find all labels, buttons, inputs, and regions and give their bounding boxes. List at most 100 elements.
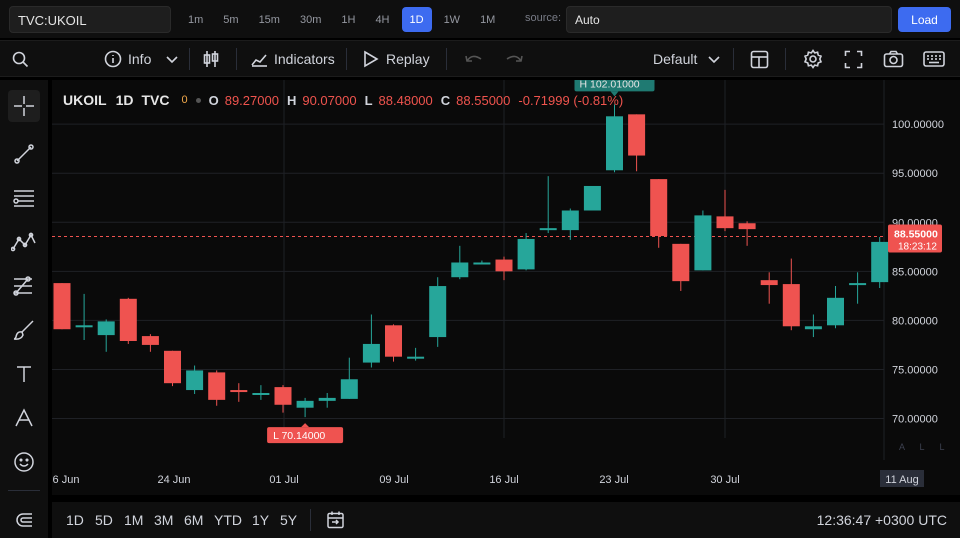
candle-body[interactable]: [628, 114, 646, 156]
magnet-tool[interactable]: [8, 504, 40, 536]
screenshot-button[interactable]: [883, 41, 904, 77]
interval-button[interactable]: 30m: [292, 7, 329, 32]
symbol-input[interactable]: TVC:UKOIL: [9, 6, 171, 33]
interval-button[interactable]: 1m: [180, 7, 211, 32]
price-scale-mode-button[interactable]: L: [919, 442, 924, 452]
candle-body[interactable]: [141, 336, 159, 345]
load-button[interactable]: Load: [898, 7, 951, 32]
candle-body[interactable]: [274, 387, 292, 405]
goto-date-button[interactable]: [326, 510, 346, 535]
layout-dropdown[interactable]: Default: [653, 41, 721, 77]
candle-body[interactable]: [849, 283, 867, 286]
legend-high-label: H: [286, 92, 297, 108]
candle-body[interactable]: [296, 400, 314, 408]
candle-body[interactable]: [429, 286, 447, 338]
info-icon: [104, 50, 122, 68]
range-1m[interactable]: 1M: [124, 512, 143, 528]
range-ytd[interactable]: YTD: [214, 512, 242, 528]
undo-button[interactable]: [464, 41, 484, 77]
settings-button[interactable]: [803, 41, 823, 77]
candle-body[interactable]: [738, 223, 756, 230]
candle-body[interactable]: [252, 392, 270, 395]
candle-body[interactable]: [827, 297, 844, 326]
candle-body[interactable]: [650, 179, 668, 237]
interval-button[interactable]: 1M: [472, 7, 503, 32]
candle-body[interactable]: [871, 241, 889, 283]
indicators-button[interactable]: Indicators: [251, 41, 335, 77]
replay-button[interactable]: Replay: [362, 41, 430, 77]
annotation-tool[interactable]: [8, 402, 40, 434]
prediction-tool[interactable]: [8, 270, 40, 302]
replay-icon: [364, 50, 379, 68]
candle-body[interactable]: [340, 379, 358, 399]
redo-button[interactable]: [504, 41, 524, 77]
candle-body[interactable]: [119, 298, 137, 341]
candle-body[interactable]: [407, 356, 425, 359]
candle-body[interactable]: [694, 215, 712, 271]
chart-toolbar: Info Indicators Replay Default: [0, 40, 960, 77]
camera-icon: [883, 50, 904, 68]
range-6m[interactable]: 6M: [184, 512, 203, 528]
legend-open-value: 89.27000: [224, 92, 279, 108]
interval-button-active[interactable]: 1D: [401, 7, 432, 32]
candle-body[interactable]: [583, 185, 601, 211]
candle-body[interactable]: [53, 283, 71, 330]
range-3m[interactable]: 3M: [154, 512, 173, 528]
candle-body[interactable]: [539, 228, 557, 231]
info-button[interactable]: Info: [104, 41, 179, 77]
candle-body[interactable]: [495, 259, 513, 272]
top-bar: TVC:UKOIL 1m 5m 15m 30m 1H 4H 1D 1W 1M s…: [0, 0, 960, 38]
candle-body[interactable]: [561, 210, 579, 231]
candle-body[interactable]: [318, 397, 336, 401]
candle-body[interactable]: [230, 390, 248, 393]
text-tool[interactable]: [8, 358, 40, 390]
candle-body[interactable]: [164, 350, 181, 384]
search-button[interactable]: [12, 41, 29, 77]
range-1d[interactable]: 1D: [66, 512, 84, 528]
chart-type-button[interactable]: [202, 41, 220, 77]
interval-button[interactable]: 1W: [436, 7, 469, 32]
legend-low-value: 88.48000: [378, 92, 433, 108]
crosshair-tool[interactable]: [8, 90, 40, 122]
divider: [310, 509, 311, 531]
legend-badge: 0: [181, 94, 188, 106]
emoji-tool[interactable]: [8, 446, 40, 478]
interval-button[interactable]: 4H: [367, 7, 397, 32]
countdown-value: 18:23:12: [898, 241, 937, 252]
candle-body[interactable]: [451, 262, 469, 278]
divider: [785, 48, 786, 70]
interval-button[interactable]: 5m: [215, 7, 246, 32]
candle-body[interactable]: [760, 280, 778, 286]
candle-body[interactable]: [97, 321, 115, 336]
price-chart[interactable]: 100.0000095.0000090.0000085.0000080.0000…: [52, 80, 960, 495]
candle-body[interactable]: [804, 326, 822, 330]
pattern-tool[interactable]: [8, 226, 40, 258]
low-marker-label: L 70.14000: [273, 430, 325, 442]
brush-tool[interactable]: [8, 314, 40, 346]
range-1y[interactable]: 1Y: [252, 512, 269, 528]
fib-tool[interactable]: [8, 182, 40, 214]
price-scale-mode-button[interactable]: L: [939, 442, 944, 452]
range-5d[interactable]: 5D: [95, 512, 113, 528]
price-scale-mode-button[interactable]: A: [899, 442, 905, 452]
candle-body[interactable]: [672, 243, 690, 282]
fullscreen-button[interactable]: [844, 41, 863, 77]
source-input[interactable]: Auto: [566, 6, 892, 33]
range-5y[interactable]: 5Y: [280, 512, 297, 528]
trendline-tool[interactable]: [8, 138, 40, 170]
candle-body[interactable]: [606, 116, 623, 171]
interval-button[interactable]: 15m: [251, 7, 288, 32]
keyboard-button[interactable]: [923, 41, 945, 77]
candle-body[interactable]: [385, 325, 402, 357]
candle-body[interactable]: [186, 370, 204, 391]
candle-body[interactable]: [716, 216, 734, 229]
interval-button[interactable]: 1H: [333, 7, 363, 32]
legend-low-label: L: [364, 92, 373, 108]
candle-body[interactable]: [362, 343, 380, 363]
candle-body[interactable]: [517, 238, 535, 270]
candle-body[interactable]: [75, 325, 93, 328]
layout-button[interactable]: [750, 41, 769, 77]
candle-body[interactable]: [208, 372, 226, 400]
candle-body[interactable]: [782, 284, 800, 327]
candle-body[interactable]: [473, 262, 491, 265]
